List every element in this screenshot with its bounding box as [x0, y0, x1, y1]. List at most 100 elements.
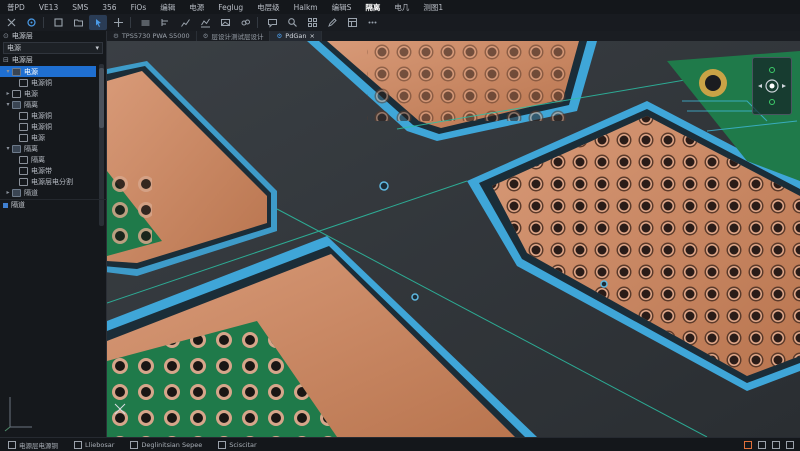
- tree-item-label: 隔离: [24, 100, 38, 109]
- layer-icon: [19, 122, 28, 131]
- scrollbar-thumb[interactable]: [99, 68, 104, 128]
- panel-footer[interactable]: 隔道: [0, 199, 109, 210]
- menu-item[interactable]: 电几: [387, 2, 416, 13]
- square-icon: [53, 18, 63, 27]
- tree-item-label: 电源: [24, 89, 38, 98]
- tree-item-label: 电源铜: [31, 111, 52, 120]
- pen-button[interactable]: [323, 15, 341, 30]
- caret-icon[interactable]: ▸: [4, 90, 12, 97]
- comment-button[interactable]: [263, 15, 281, 30]
- align-button[interactable]: [156, 15, 174, 30]
- chart-button[interactable]: [176, 15, 194, 30]
- search-button[interactable]: [283, 15, 301, 30]
- tab-label: PdGan: [285, 32, 307, 40]
- layers-icon: ⊙: [3, 32, 9, 40]
- menu-item[interactable]: SMS: [65, 3, 95, 12]
- menu-item[interactable]: 隔离: [358, 2, 387, 13]
- close-tab-icon[interactable]: ×: [309, 32, 314, 40]
- tree-item[interactable]: 电源层电分割: [0, 176, 106, 187]
- tree-item[interactable]: 电源铜: [0, 121, 106, 132]
- menu-item[interactable]: Halkm: [287, 3, 325, 12]
- status-item[interactable]: Deglinitsian Sepee: [122, 440, 210, 449]
- layer-icon: [19, 133, 28, 142]
- square-button[interactable]: [49, 15, 67, 30]
- image-button[interactable]: [216, 15, 234, 30]
- caret-icon[interactable]: ▾: [4, 145, 12, 152]
- status-toggle-icon[interactable]: [758, 440, 766, 449]
- caret-icon[interactable]: ▸: [4, 189, 12, 196]
- status-icon: [74, 440, 82, 449]
- document-tab[interactable]: ⚙ TPS5730 PWA S5000: [107, 31, 197, 41]
- close-button[interactable]: [2, 15, 20, 30]
- menu-item[interactable]: 电源: [182, 2, 211, 13]
- menu-item[interactable]: 编辑: [153, 2, 182, 13]
- layer-select[interactable]: 电源 ▾: [3, 42, 103, 54]
- layer-icon: [19, 78, 28, 87]
- orbit-icon: [758, 67, 786, 105]
- target-icon: [26, 18, 36, 27]
- tree-item[interactable]: 电源带: [0, 165, 106, 176]
- status-toggle-icon[interactable]: [744, 440, 752, 449]
- document-tab[interactable]: ⚙ 层设计测试层设计: [197, 31, 271, 41]
- grid-button[interactable]: [303, 15, 321, 30]
- panel-header: ⊙ 电源层: [0, 31, 106, 41]
- tree-item[interactable]: ▸ 电源: [0, 88, 106, 99]
- tab-icon: ⚙: [113, 32, 119, 40]
- tree-item[interactable]: 隔离: [0, 154, 106, 165]
- pcb-3d-viewport[interactable]: [107, 41, 800, 437]
- grid-icon: [307, 18, 317, 27]
- menu-item[interactable]: 电层级: [250, 2, 287, 13]
- tree-item[interactable]: ▾ 隔离: [0, 143, 106, 154]
- link-button[interactable]: [236, 15, 254, 30]
- pointer-button[interactable]: [89, 15, 107, 30]
- status-item[interactable]: Lliebosar: [66, 440, 122, 449]
- layout-button[interactable]: [343, 15, 361, 30]
- document-tab[interactable]: ⚙ PdGan ×: [270, 31, 322, 41]
- tree-item[interactable]: 电源铜: [0, 110, 106, 121]
- link-icon: [241, 19, 250, 26]
- toolbar: [0, 14, 800, 32]
- tree-item-label: 电源带: [31, 166, 52, 175]
- menu-item[interactable]: 编辑S: [325, 2, 359, 13]
- chart-icon: [180, 19, 190, 27]
- toolbar-separator: [130, 17, 131, 28]
- tree-item[interactable]: 电源铜: [0, 77, 106, 88]
- route-button[interactable]: [196, 15, 214, 30]
- menu-item[interactable]: Feglug: [211, 3, 250, 12]
- status-label: Sciscitar: [229, 440, 257, 449]
- tree-item[interactable]: ▾ 隔离: [0, 99, 106, 110]
- tree-item[interactable]: ▸ 隔道: [0, 187, 106, 198]
- tree-item-label: 电源: [24, 67, 38, 76]
- status-item[interactable]: Sciscitar: [210, 440, 264, 449]
- tab-icon: ⚙: [276, 32, 283, 40]
- caret-icon[interactable]: ▾: [4, 101, 12, 108]
- layer-select-value: 电源: [7, 44, 21, 52]
- dots-button[interactable]: [363, 15, 381, 30]
- menu-item[interactable]: VE13: [32, 3, 65, 12]
- folder-button[interactable]: [69, 15, 87, 30]
- status-icon: [218, 440, 227, 449]
- target-button[interactable]: [22, 15, 40, 30]
- menu-bar: 普PD VE13 SMS 356 FiOs 编辑 电源 Feglug 电层级 Halkm 编辑S 隔离…: [0, 0, 800, 15]
- tree-item-label: 隔离: [31, 155, 45, 164]
- caret-icon[interactable]: ▾: [4, 68, 12, 75]
- layers-button[interactable]: [136, 15, 154, 30]
- tab-icon: ⚙: [202, 32, 209, 40]
- layer-icon: [19, 177, 28, 186]
- toolbar-separator: [257, 17, 258, 28]
- align-icon: [161, 19, 168, 26]
- menu-item[interactable]: 测图1: [416, 2, 450, 13]
- tree-item-label: 电源铜: [31, 122, 52, 131]
- view-navigation-widget[interactable]: [752, 57, 792, 115]
- tree-item[interactable]: 电源: [0, 132, 106, 143]
- status-toggle-icon[interactable]: [772, 440, 780, 449]
- menu-item[interactable]: 356: [95, 3, 123, 12]
- menu-item[interactable]: FiOs: [124, 3, 154, 12]
- tree-item[interactable]: ▾ 电源: [0, 66, 96, 77]
- status-toggle-icon[interactable]: [786, 440, 794, 449]
- status-item[interactable]: 电源层电源铜: [0, 440, 66, 450]
- cross-button[interactable]: [109, 15, 127, 30]
- tree-item-label: 隔道: [24, 188, 38, 197]
- folder-icon: [12, 144, 21, 153]
- menu-item[interactable]: 普PD: [0, 2, 32, 13]
